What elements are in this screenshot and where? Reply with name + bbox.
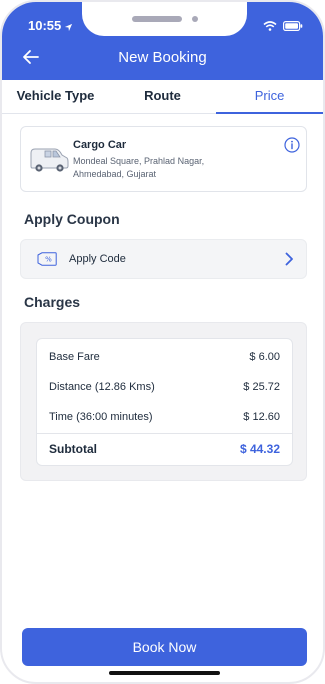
app-header: 10:55 New Booking	[2, 2, 323, 80]
status-icons	[263, 18, 303, 36]
discount-tag-icon: %	[37, 252, 57, 271]
wifi-icon	[263, 18, 277, 36]
charges-card: Base Fare $ 6.00 Distance (12.86 Kms) $ …	[36, 338, 293, 466]
device-notch	[82, 2, 247, 36]
vehicle-card: Cargo Car Mondeal Square, Prahlad Nagar,…	[20, 126, 307, 192]
apply-coupon-heading: Apply Coupon	[24, 211, 120, 227]
info-icon[interactable]	[284, 137, 300, 158]
charge-label: Time (36:00 minutes)	[49, 411, 153, 423]
apply-code-label: Apply Code	[69, 253, 126, 265]
subtotal-value: $ 44.32	[239, 442, 280, 456]
tab-price[interactable]: Price	[216, 80, 323, 114]
charge-row-time: Time (36:00 minutes) $ 12.60	[49, 411, 280, 427]
charge-label: Base Fare	[49, 351, 100, 363]
location-arrow-icon	[64, 19, 73, 37]
phone-frame: 10:55 New Booking Vehicle Type Route Pri…	[0, 0, 325, 684]
charges-heading: Charges	[24, 294, 81, 310]
vehicle-address: Mondeal Square, Prahlad Nagar, Ahmedabad…	[73, 156, 205, 179]
charge-value: $ 12.60	[243, 411, 280, 423]
notch-camera	[192, 16, 198, 22]
charge-row-distance: Distance (12.86 Kms) $ 25.72	[49, 381, 280, 397]
charge-row-base-fare: Base Fare $ 6.00	[49, 351, 280, 367]
book-now-button[interactable]: Book Now	[22, 628, 307, 666]
tab-route[interactable]: Route	[109, 80, 216, 113]
home-indicator	[109, 671, 220, 675]
charges-divider	[37, 433, 292, 434]
tab-vehicle-type[interactable]: Vehicle Type	[2, 80, 109, 113]
charges-panel: Base Fare $ 6.00 Distance (12.86 Kms) $ …	[20, 322, 307, 481]
subtotal-label: Subtotal	[49, 442, 97, 456]
apply-code-button[interactable]: % Apply Code	[20, 239, 307, 279]
battery-icon	[283, 18, 303, 36]
chevron-right-icon	[284, 252, 294, 271]
notch-speaker	[132, 16, 182, 22]
vehicle-name: Cargo Car	[73, 139, 127, 151]
charge-value: $ 25.72	[243, 381, 280, 393]
page-title: New Booking	[118, 49, 207, 66]
charge-value: $ 6.00	[249, 351, 280, 363]
booking-tabs: Vehicle Type Route Price	[2, 80, 323, 114]
status-time: 10:55	[28, 18, 62, 33]
subtotal-row: Subtotal $ 44.32	[49, 442, 280, 456]
charge-label: Distance (12.86 Kms)	[49, 381, 155, 393]
van-icon	[29, 145, 69, 178]
svg-text:%: %	[45, 256, 52, 264]
